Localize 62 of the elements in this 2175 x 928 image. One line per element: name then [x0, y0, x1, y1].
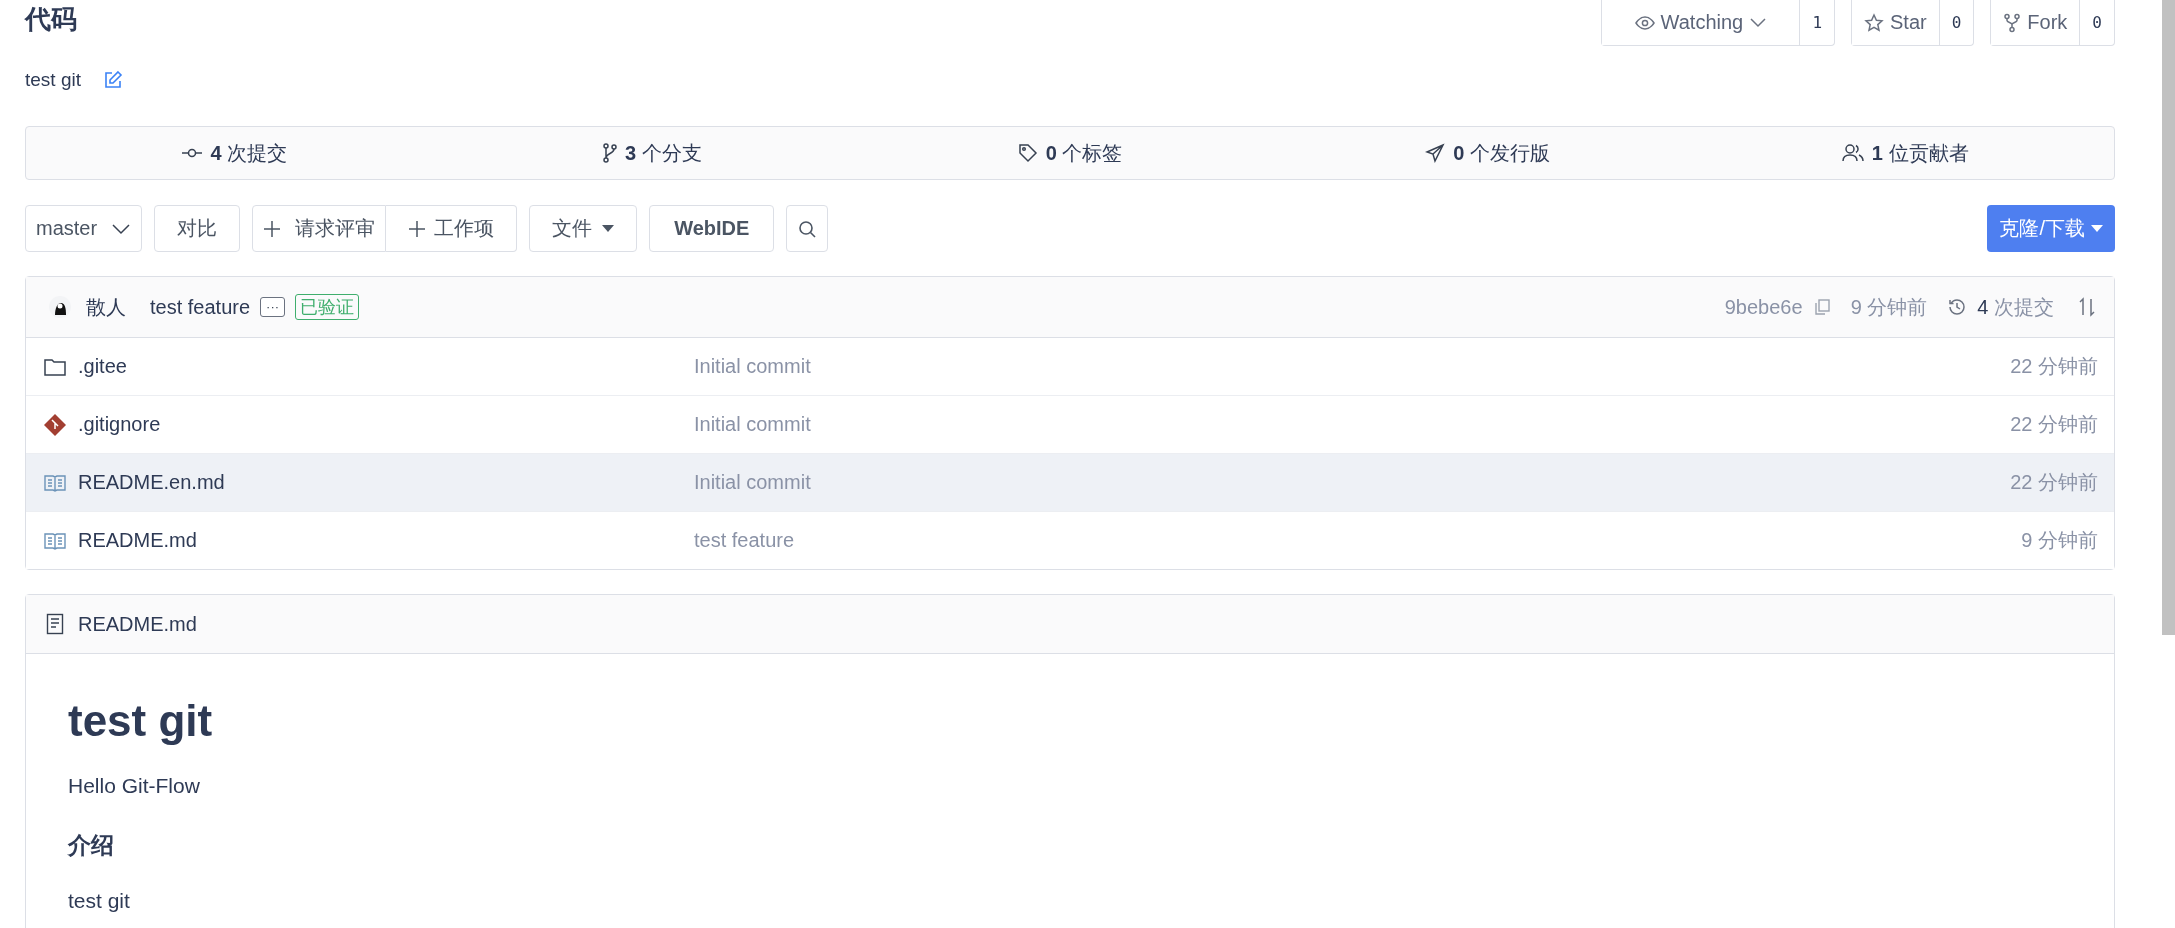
- star-icon: [1864, 12, 1885, 33]
- create-button[interactable]: 工作项: [386, 205, 518, 252]
- page-title: 代码: [25, 3, 78, 36]
- readme-paragraph: test git: [68, 889, 131, 913]
- stat-link[interactable]: 1 位贡献者: [1696, 127, 2114, 179]
- plus-icon: [408, 219, 427, 238]
- file-menu-button[interactable]: 文件: [529, 205, 638, 252]
- copy-icon[interactable]: [1812, 298, 1831, 316]
- file-time: 22 分钟前: [2010, 354, 2098, 379]
- stat-link[interactable]: 3 个分支: [443, 127, 862, 179]
- repo-description: test git: [25, 69, 81, 91]
- search-icon: [797, 218, 818, 239]
- readme-subheading: 介绍: [68, 831, 115, 860]
- count-label[interactable]: 0: [1938, 0, 1974, 45]
- file-name-link[interactable]: README.en.md: [78, 471, 225, 494]
- stat-link[interactable]: 4 次提交: [26, 127, 444, 179]
- webide-button[interactable]: WebIDE: [649, 205, 775, 252]
- commit-icon: [182, 147, 203, 159]
- clone-download-button[interactable]: 克隆/下载: [1987, 205, 2115, 252]
- chevron-down-icon: [1749, 16, 1768, 29]
- scrollbar[interactable]: [2162, 0, 2175, 635]
- file-name-link[interactable]: README.md: [78, 529, 197, 552]
- file-time: 22 分钟前: [2010, 470, 2098, 495]
- document-icon: [46, 613, 64, 635]
- more-button[interactable]: ···: [260, 297, 286, 317]
- paper-plane-icon: [1425, 143, 1446, 163]
- count-label[interactable]: 0: [2079, 0, 2114, 45]
- people-icon: [1841, 144, 1864, 162]
- readme-filename: README.md: [78, 612, 197, 636]
- avatar-icon: [48, 295, 72, 319]
- sort-icon[interactable]: [2078, 297, 2096, 317]
- history-icon: [1947, 297, 1968, 317]
- file-time: 9 分钟前: [2021, 528, 2098, 553]
- search-button[interactable]: [786, 205, 829, 252]
- count-label[interactable]: 1: [1799, 0, 1835, 45]
- file-name-link[interactable]: .gitee: [78, 355, 127, 378]
- create-button[interactable]: 请求评审: [252, 205, 387, 252]
- stat-link[interactable]: 0 个发行版: [1278, 127, 1697, 179]
- commit-author[interactable]: 散人: [86, 293, 126, 321]
- fork-icon: [2003, 12, 2022, 33]
- git-icon: [44, 413, 66, 436]
- readme-paragraph: Hello Git-Flow: [68, 774, 201, 798]
- file-time: 22 分钟前: [2010, 412, 2098, 437]
- file-row[interactable]: README.en.md Initial commit 22 分钟前: [26, 454, 2114, 512]
- branch-select[interactable]: master: [25, 205, 143, 252]
- edit-icon[interactable]: [103, 70, 123, 90]
- folder-icon: [44, 357, 66, 376]
- stat-link[interactable]: 0 个标签: [861, 127, 1279, 179]
- tag-icon: [1017, 143, 1038, 163]
- readme-heading: test git: [68, 696, 214, 746]
- compare-button[interactable]: 对比: [154, 205, 241, 252]
- book-icon: [44, 531, 66, 550]
- file-name-link[interactable]: .gitignore: [78, 413, 161, 436]
- commit-time: 9 分钟前: [1850, 294, 1928, 320]
- book-icon: [44, 473, 66, 492]
- plus-icon: [263, 219, 282, 238]
- commit-count-link[interactable]: 4 次提交: [1977, 293, 2054, 321]
- verified-badge: 已验证: [295, 294, 360, 320]
- branch-icon: [603, 143, 618, 163]
- eye-icon: [1634, 14, 1655, 31]
- chevron-down-icon: [111, 222, 132, 235]
- commit-message[interactable]: test feature: [150, 295, 251, 319]
